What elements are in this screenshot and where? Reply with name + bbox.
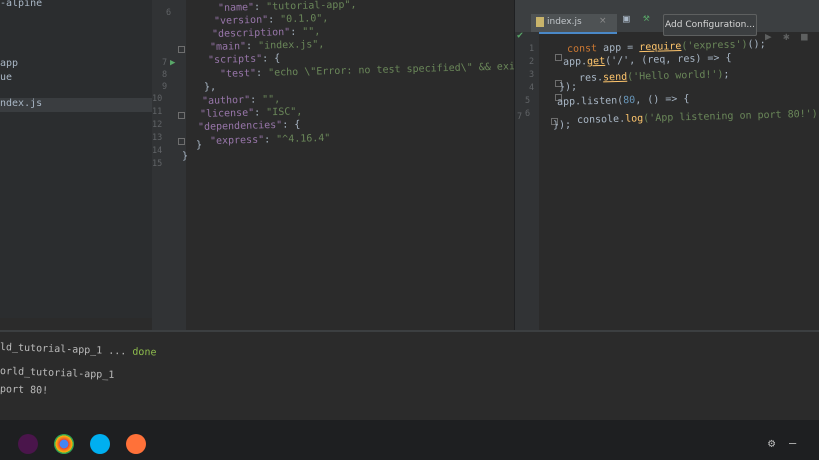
line-number: 3 — [529, 70, 535, 80]
line-number: 9 — [162, 82, 168, 92]
line-number: 8 — [162, 70, 168, 80]
run-output-line: orld_tutorial-app_1 — [0, 366, 115, 381]
line-number: 4 — [529, 83, 535, 93]
debug-icon[interactable]: ✱ — [783, 30, 790, 43]
line-number: 2 — [529, 57, 535, 67]
run-output-line: port 80! — [0, 384, 49, 397]
done-status: done — [132, 346, 157, 359]
line-number: 7 — [517, 112, 523, 122]
code-line: "dependencies": { — [197, 119, 301, 133]
build-hammer-icon[interactable]: ⚒ — [643, 11, 650, 24]
line-number: 12 — [152, 120, 163, 130]
gear-icon[interactable]: ⚙ — [768, 436, 775, 450]
code-line: "main": "index.js", — [209, 39, 325, 53]
check-icon: ✔ — [517, 30, 524, 41]
project-panel: -alpine app ue ndex.js — [0, 0, 153, 318]
code-line: }, — [203, 81, 217, 93]
minimize-icon[interactable]: — — [789, 436, 796, 450]
code-line: "version": "0.1.0", — [213, 13, 329, 27]
tab-label: index.js — [547, 17, 582, 27]
code-line: console.log('App listening on port 80!')… — [576, 108, 819, 126]
code-line: } — [195, 139, 203, 151]
fold-icon[interactable] — [178, 138, 185, 145]
code-line: "description": "", — [211, 26, 321, 40]
tree-item-selected[interactable]: ndex.js — [0, 98, 152, 112]
code-line: }); — [552, 119, 572, 131]
code-line: "scripts": { — [207, 53, 281, 66]
fold-icon[interactable] — [555, 54, 562, 61]
code-line: "author": "", — [201, 93, 281, 107]
line-number: 15 — [152, 159, 163, 169]
line-number: 10 — [152, 94, 163, 104]
line-number: 6 — [525, 109, 531, 119]
taskbar — [0, 420, 819, 460]
line-number: 7 — [162, 58, 168, 68]
fold-icon[interactable] — [178, 46, 185, 53]
run-icon[interactable]: ▶ — [765, 30, 772, 43]
code-line: app.listen(80, () => { — [556, 93, 690, 108]
firefox-icon[interactable] — [126, 434, 146, 454]
line-number: 11 — [152, 107, 163, 117]
line-number: 5 — [525, 96, 531, 106]
line-number: 13 — [152, 133, 163, 143]
code-line: } — [181, 150, 189, 162]
line-number: 1 — [529, 44, 535, 54]
tree-item-label: ndex.js — [0, 98, 43, 109]
code-line: app.get('/', (req, res) => { — [562, 52, 732, 68]
fold-icon[interactable] — [178, 112, 185, 119]
line-number: 6 — [166, 8, 172, 18]
tree-item[interactable]: -alpine — [0, 0, 42, 9]
project-structure-icon[interactable]: ▣ — [623, 12, 630, 25]
slack-icon[interactable] — [18, 434, 38, 454]
tree-item[interactable]: ue — [0, 72, 12, 83]
tree-item[interactable]: app — [0, 58, 18, 69]
editor-gutter: 6 7 8 9 10 11 12 13 14 15 ▶ — [152, 0, 186, 350]
chrome-icon[interactable] — [54, 434, 74, 454]
run-script-icon[interactable]: ▶ — [170, 58, 175, 68]
line-number: 14 — [152, 146, 163, 156]
stop-icon[interactable]: ■ — [801, 30, 808, 43]
editor-tab-bar: index.js × ▣ ⚒ Add Configuration... ▶ ✱ … — [515, 0, 819, 43]
code-line: const app = require('express')(); — [566, 38, 766, 55]
code-line: res.send('Hello world!'); — [578, 69, 730, 84]
run-panel[interactable]: ld_tutorial-app_1 ... done orld_tutorial… — [0, 330, 819, 432]
add-configuration-button[interactable]: Add Configuration... — [663, 14, 757, 36]
tab-index-js[interactable]: index.js × — [531, 14, 617, 34]
code-line: "license": "ISC", — [199, 106, 303, 120]
skype-icon[interactable] — [90, 434, 110, 454]
js-file-icon — [536, 17, 544, 27]
code-line: }); — [558, 81, 578, 93]
code-line: "express": "^4.16.4" — [209, 132, 331, 147]
code-line: "name": "tutorial-app", — [217, 0, 357, 14]
close-icon[interactable]: × — [599, 16, 607, 26]
package-json-editor[interactable]: 6 7 8 9 10 11 12 13 14 15 ▶ "name": "tut… — [152, 0, 514, 350]
run-output-line: ld_tutorial-app_1 ... done — [0, 342, 157, 359]
